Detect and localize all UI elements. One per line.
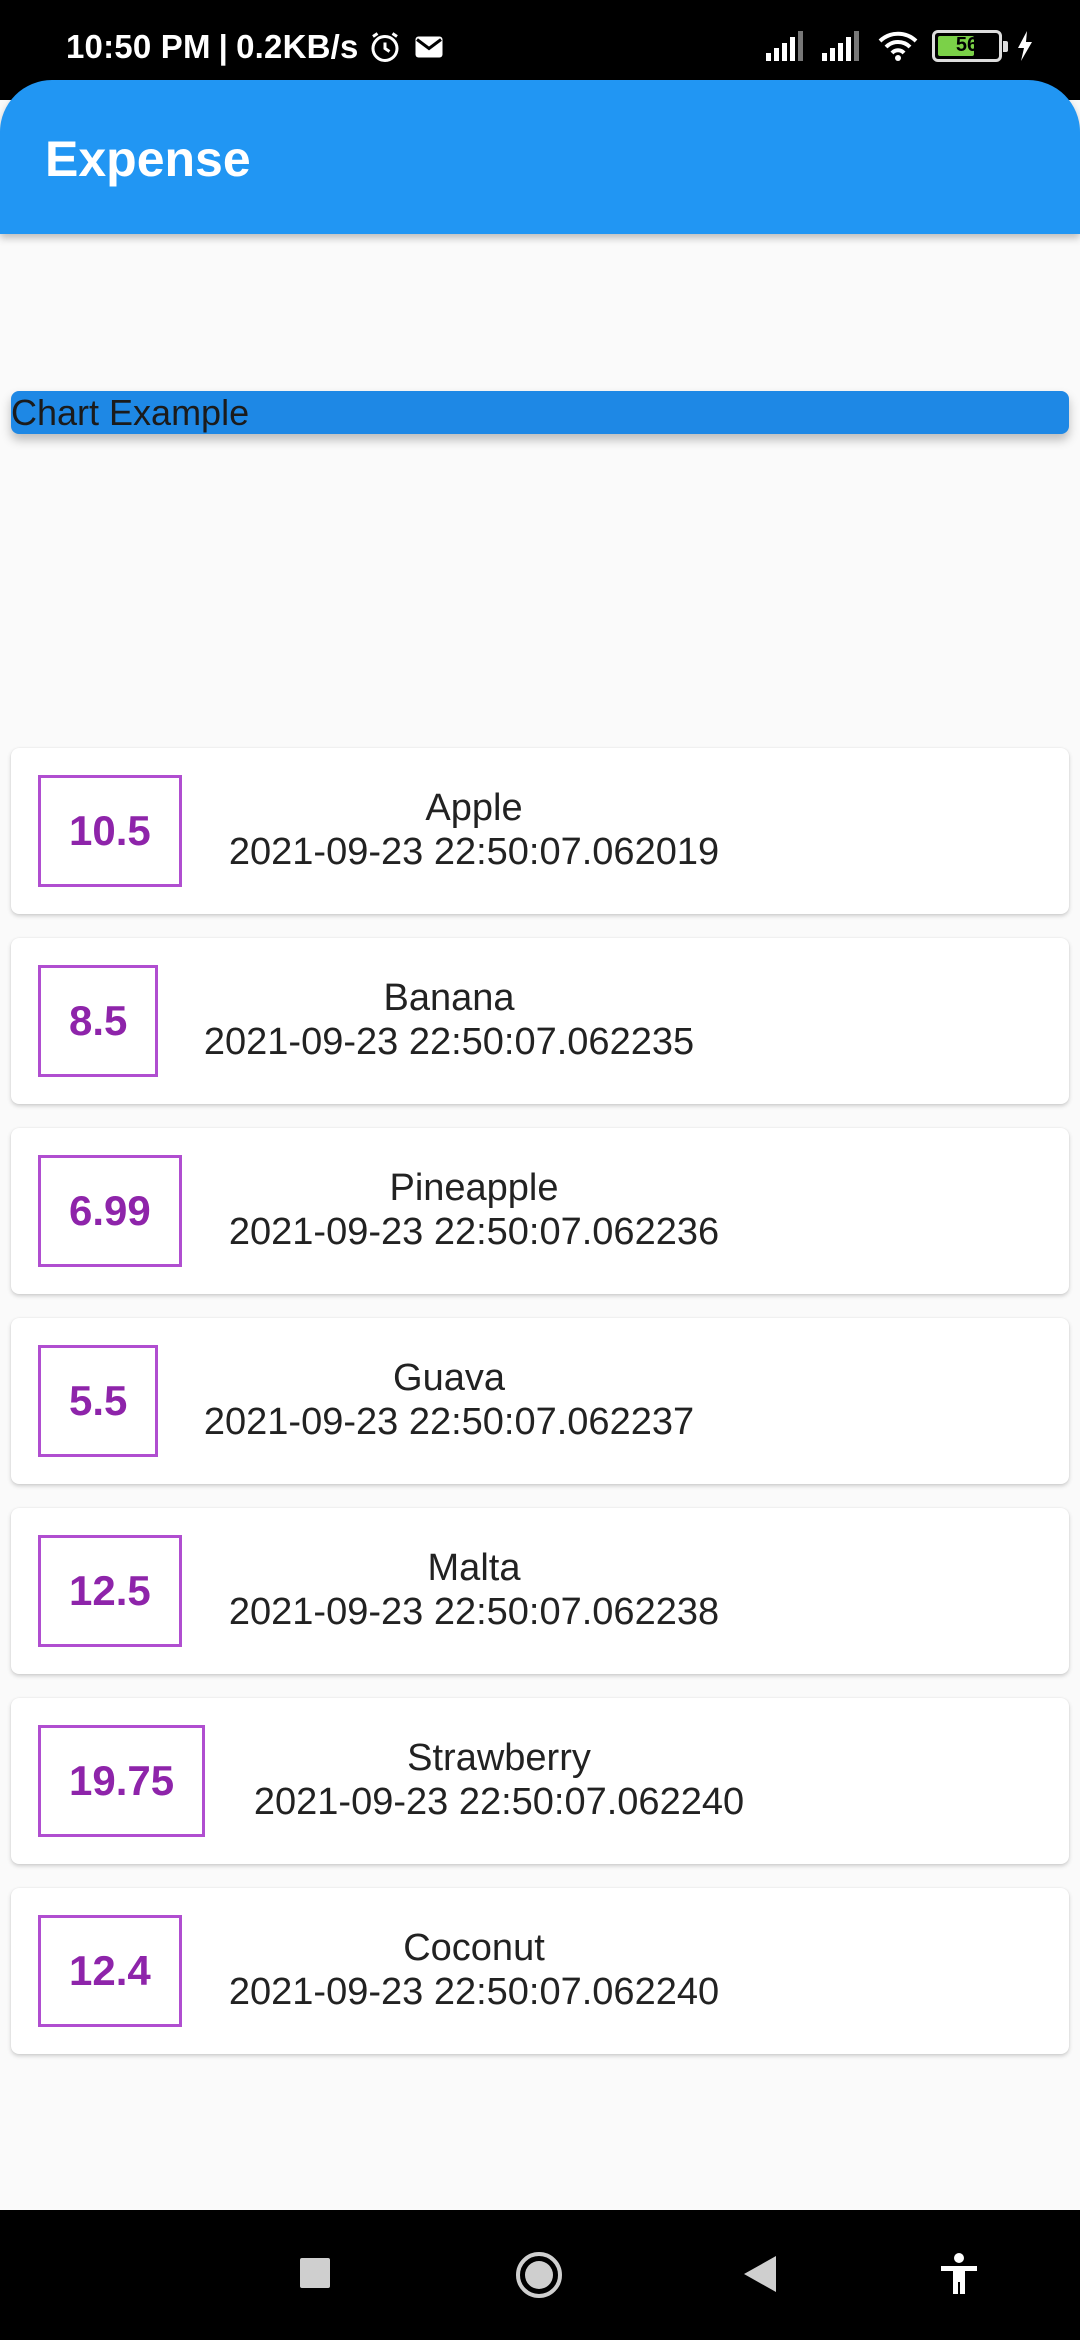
transaction-card[interactable]: 19.75 Strawberry 2021-09-23 22:50:07.062… <box>11 1698 1069 1864</box>
transaction-info: Banana 2021-09-23 22:50:07.062235 <box>193 976 705 1064</box>
back-triangle-icon[interactable] <box>742 2254 778 2294</box>
transaction-title: Malta <box>427 1547 521 1589</box>
amount-box: 8.5 <box>38 965 159 1077</box>
charging-bolt-icon <box>1018 31 1032 61</box>
transaction-card[interactable]: 12.4 Coconut 2021-09-23 22:50:07.062240 <box>11 1888 1069 2054</box>
alarm-icon <box>371 32 399 62</box>
status-left: 10:50 PM | 0.2KB/s <box>66 28 447 66</box>
amount-box: 5.5 <box>38 1345 159 1457</box>
battery-cap <box>1003 41 1008 52</box>
app-bar: Expense <box>0 80 1080 234</box>
home-circle-icon[interactable] <box>514 2250 564 2300</box>
accessibility-icon[interactable] <box>938 2252 980 2296</box>
battery-icon: 56 <box>932 30 1008 62</box>
transaction-title: Coconut <box>403 1927 545 1969</box>
transaction-title: Strawberry <box>407 1737 591 1779</box>
amount-box: 10.5 <box>38 775 182 887</box>
transaction-title: Pineapple <box>389 1167 559 1209</box>
transaction-title: Apple <box>425 787 523 829</box>
transaction-card[interactable]: 6.99 Pineapple 2021-09-23 22:50:07.06223… <box>11 1128 1069 1294</box>
transaction-date: 2021-09-23 22:50:07.062240 <box>253 1781 745 1823</box>
amount-box: 12.4 <box>38 1915 182 2027</box>
mail-icon <box>415 36 443 58</box>
transaction-info: Pineapple 2021-09-23 22:50:07.062236 <box>218 1166 730 1254</box>
transaction-info: Strawberry 2021-09-23 22:50:07.062240 <box>243 1736 755 1824</box>
transaction-info: Coconut 2021-09-23 22:50:07.062240 <box>218 1926 730 2014</box>
transaction-date: 2021-09-23 22:50:07.062019 <box>228 831 720 873</box>
signal-icon-2 <box>822 31 859 61</box>
transaction-info: Malta 2021-09-23 22:50:07.062238 <box>218 1546 730 1634</box>
transaction-date: 2021-09-23 22:50:07.062237 <box>203 1401 695 1443</box>
amount-box: 12.5 <box>38 1535 182 1647</box>
transaction-title: Banana <box>383 977 515 1019</box>
battery-level: 56 <box>955 34 979 56</box>
transaction-title: Guava <box>393 1357 505 1399</box>
status-speed: 0.2KB/s <box>236 28 359 65</box>
app-bar-title: Expense <box>45 131 251 187</box>
transaction-info: Apple 2021-09-23 22:50:07.062019 <box>218 786 730 874</box>
recents-square-icon[interactable] <box>298 2256 332 2290</box>
transaction-date: 2021-09-23 22:50:07.062238 <box>228 1591 720 1633</box>
transaction-date: 2021-09-23 22:50:07.062235 <box>203 1021 695 1063</box>
amount-box: 19.75 <box>38 1725 206 1837</box>
status-separator: | <box>218 28 229 65</box>
amount-box: 6.99 <box>38 1155 182 1267</box>
chart-label: Chart Example <box>11 392 250 433</box>
transaction-card[interactable]: 12.5 Malta 2021-09-23 22:50:07.062238 <box>11 1508 1069 1674</box>
status-right: 56 <box>766 30 1034 62</box>
navigation-bar <box>0 2210 1080 2340</box>
transaction-card[interactable]: 10.5 Apple 2021-09-23 22:50:07.062019 <box>11 748 1069 914</box>
chart-card: Chart Example <box>11 391 1069 434</box>
transaction-card[interactable]: 5.5 Guava 2021-09-23 22:50:07.062237 <box>11 1318 1069 1484</box>
signal-icon-1 <box>766 31 803 61</box>
transaction-date: 2021-09-23 22:50:07.062236 <box>228 1211 720 1253</box>
wifi-icon <box>878 31 918 61</box>
transaction-card[interactable]: 8.5 Banana 2021-09-23 22:50:07.062235 <box>11 938 1069 1104</box>
transaction-info: Guava 2021-09-23 22:50:07.062237 <box>193 1356 705 1444</box>
status-time: 10:50 PM <box>66 28 211 65</box>
transaction-date: 2021-09-23 22:50:07.062240 <box>228 1971 720 2013</box>
